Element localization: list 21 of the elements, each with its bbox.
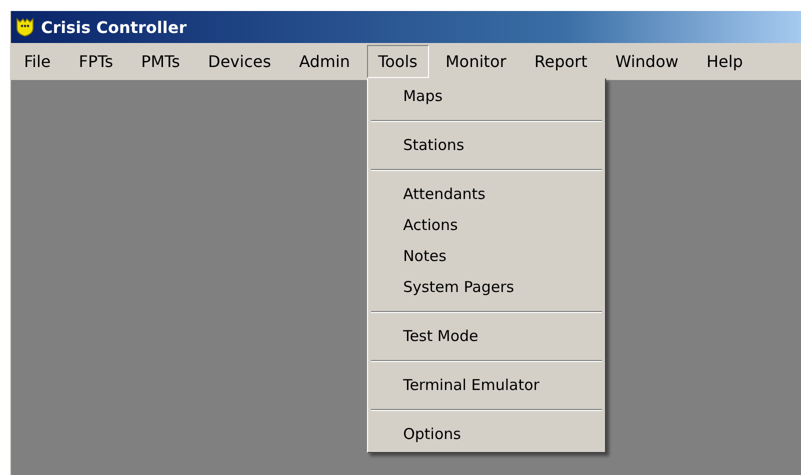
menu-item[interactable]: Help (695, 45, 754, 78)
menu-option[interactable]: Test Mode (368, 321, 606, 352)
shield-icon (15, 17, 35, 37)
menu-item[interactable]: Report (523, 45, 598, 78)
menu-option[interactable]: Terminal Emulator (368, 370, 606, 401)
menu-option[interactable]: Actions (368, 210, 606, 241)
menu-option[interactable]: Notes (368, 241, 606, 272)
menu-option[interactable]: Stations (368, 130, 606, 161)
menu-item[interactable]: Window (604, 45, 690, 78)
menu-option[interactable]: Attendants (368, 179, 606, 210)
window-title: Crisis Controller (41, 18, 187, 36)
menu-option[interactable]: System Pagers (368, 272, 606, 303)
menu-item[interactable]: PMTs (130, 45, 192, 78)
menu-option[interactable]: Maps (368, 81, 606, 112)
menu-option[interactable]: Options (368, 419, 606, 450)
menu-item[interactable]: Monitor (434, 45, 518, 78)
menu-item[interactable]: Tools (367, 45, 428, 78)
menu-item[interactable]: FPTs (68, 45, 124, 78)
menu-item[interactable]: Admin (288, 45, 362, 78)
menu-item[interactable]: File (13, 45, 62, 78)
menu-item[interactable]: Devices (197, 45, 282, 78)
